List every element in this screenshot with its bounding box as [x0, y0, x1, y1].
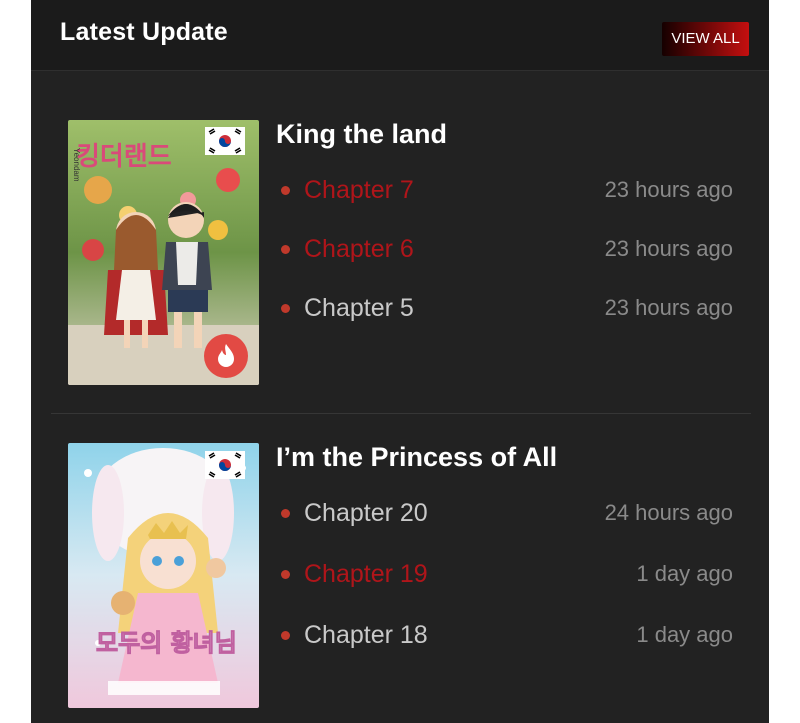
chapter-link[interactable]: Chapter 19 — [304, 556, 428, 592]
bullet-icon — [281, 186, 290, 195]
south-korea-flag-icon — [205, 127, 245, 155]
bullet-icon — [281, 509, 290, 518]
chapter-link[interactable]: Chapter 5 — [304, 290, 414, 326]
section-title: Latest Update — [60, 18, 228, 46]
bullet-icon — [281, 245, 290, 254]
chapter-link[interactable]: Chapter 7 — [304, 172, 414, 208]
chapter-time: 23 hours ago — [604, 177, 733, 202]
bullet-icon — [281, 631, 290, 640]
chapter-link[interactable]: Chapter 20 — [304, 495, 428, 531]
chapter-time: 24 hours ago — [604, 500, 733, 525]
latest-update-panel: Latest Update VIEW ALL 킹더랜드 Yeondam King… — [31, 0, 769, 723]
chapter-row[interactable]: Chapter 19 1 day ago — [281, 556, 733, 596]
section-header: Latest Update VIEW ALL — [31, 0, 769, 71]
chapter-time: 1 day ago — [636, 622, 733, 647]
south-korea-flag-icon — [205, 451, 245, 479]
chapter-time: 23 hours ago — [604, 295, 733, 320]
series-cover-princess-of-all[interactable]: 모두의 황녀님 — [68, 443, 259, 708]
fire-icon — [204, 334, 248, 378]
chapter-row[interactable]: Chapter 7 23 hours ago — [281, 172, 733, 212]
chapter-link[interactable]: Chapter 6 — [304, 231, 414, 267]
series-title[interactable]: I’m the Princess of All — [276, 442, 557, 473]
bullet-icon — [281, 570, 290, 579]
chapter-time: 23 hours ago — [604, 236, 733, 261]
chapter-time: 1 day ago — [636, 561, 733, 586]
view-all-button[interactable]: VIEW ALL — [662, 22, 749, 56]
cover-title-text: 킹더랜드 — [76, 142, 172, 172]
chapter-row[interactable]: Chapter 6 23 hours ago — [281, 231, 733, 271]
chapter-row[interactable]: Chapter 18 1 day ago — [281, 617, 733, 657]
svg-text:Yeondam: Yeondam — [72, 148, 81, 182]
cover-title-text: 모두의 황녀님 — [96, 629, 237, 657]
series-title[interactable]: King the land — [276, 119, 447, 150]
chapter-row[interactable]: Chapter 5 23 hours ago — [281, 290, 733, 330]
item-divider — [51, 413, 751, 414]
chapter-link[interactable]: Chapter 18 — [304, 617, 428, 653]
chapter-row[interactable]: Chapter 20 24 hours ago — [281, 495, 733, 535]
bullet-icon — [281, 304, 290, 313]
